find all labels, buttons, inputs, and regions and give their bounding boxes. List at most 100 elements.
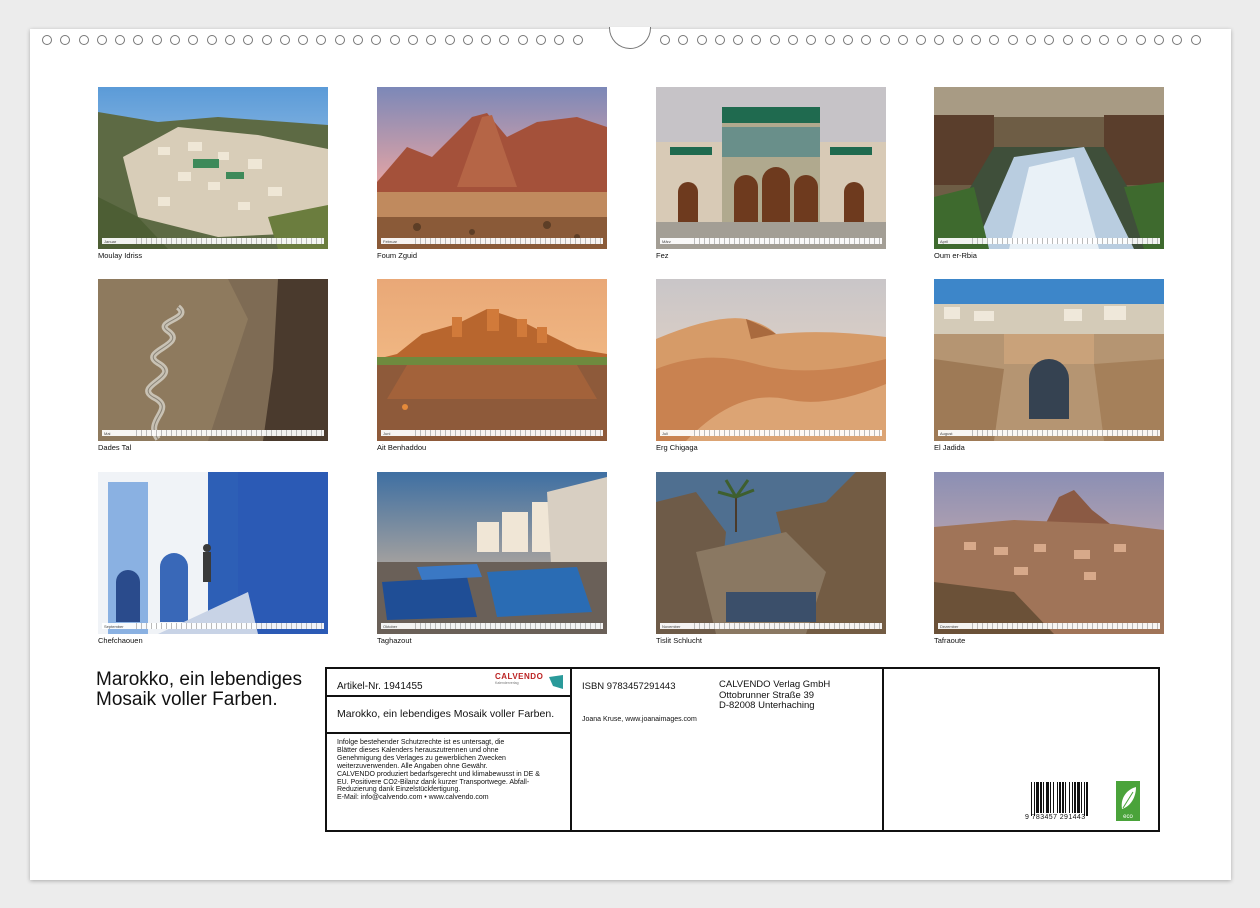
binding-hole [60, 35, 71, 45]
hanger-notch [609, 27, 651, 49]
binding-hole [1007, 35, 1018, 45]
month-photo-image [98, 472, 328, 634]
month-photo-image [377, 87, 607, 249]
binding-hole [224, 35, 235, 45]
eco-leaf-icon: eco [1116, 781, 1140, 821]
mini-calendar-strip: Juni [381, 430, 603, 436]
mini-calendar-days [136, 623, 324, 629]
month-photo-image [934, 279, 1164, 441]
mini-calendar-month: September [104, 623, 124, 629]
legal-line: EU. Positivere CO2-Bilanz dank kurzer Tr… [337, 778, 530, 786]
article-row: Artikel-Nr. 1941455 CALVENDO Kalenderver… [327, 669, 570, 697]
binding-hole [714, 35, 725, 45]
eco-label: eco [1123, 814, 1133, 820]
barcode-bar [1059, 782, 1061, 813]
binding-hole [316, 35, 327, 45]
month-photo-image [656, 279, 886, 441]
binding-hole [462, 35, 473, 45]
barcode-number: 9 783457 291443 [1025, 814, 1086, 821]
month-photo-image [98, 279, 328, 441]
binding-hole [371, 35, 382, 45]
legal-line: CALVENDO produziert bedarfsgerecht und k… [337, 770, 540, 778]
binding-hole [1080, 35, 1091, 45]
info-box: Artikel-Nr. 1941455 CALVENDO Kalenderver… [325, 667, 1160, 832]
mini-calendar-strip: Oktober [381, 623, 603, 629]
binding-hole [279, 35, 290, 45]
barcode-bar [1081, 782, 1082, 813]
binding-hole [133, 35, 144, 45]
mini-calendar-days [415, 430, 603, 436]
binding-hole [188, 35, 199, 45]
barcode-bar [1057, 782, 1058, 813]
month-photo-image [377, 279, 607, 441]
mini-calendar-month: Juli [662, 430, 669, 436]
mini-calendar-days [694, 430, 882, 436]
spiral-binding [30, 27, 1231, 49]
month-photo: Oktober [377, 472, 607, 634]
mini-calendar-month: Mai [104, 430, 111, 436]
binding-hole [243, 35, 254, 45]
mini-calendar-month: Januar [104, 238, 117, 244]
month-photo: Februar [377, 87, 607, 249]
mini-calendar-month: Februar [383, 238, 398, 244]
mini-calendar-strip: November [660, 623, 882, 629]
binding-hole [78, 35, 89, 45]
mini-calendar-month: März [662, 238, 671, 244]
month-photo: Mai [98, 279, 328, 441]
legal-line: Reduzierung dank Einzelstückfertigung. [337, 786, 461, 794]
binding-hole [971, 35, 982, 45]
photo-caption: Tafraoute [934, 636, 966, 645]
calvendo-logo: CALVENDO Kalenderverlag [495, 672, 565, 694]
mini-calendar-strip: Mai [102, 430, 324, 436]
month-photo: Januar [98, 87, 328, 249]
month-photo-image [934, 87, 1164, 249]
month-photo: November [656, 472, 886, 634]
photo-caption: Oum er-Rbia [934, 251, 977, 260]
barcode-bar [1053, 782, 1054, 813]
legal-line: E-Mail: info@calvendo.com • www.calvendo… [337, 794, 489, 802]
binding-hole [206, 35, 217, 45]
binding-hole [788, 35, 799, 45]
binding-hole [170, 35, 181, 45]
mini-calendar-strip: März [660, 238, 882, 244]
publisher-address: CALVENDO Verlag GmbH Ottobrunner Straße 3… [719, 679, 830, 712]
binding-hole [444, 35, 455, 45]
mini-calendar-month: Dezember [940, 623, 959, 629]
legal-notice: Infolge bestehender Schutzrechte ist es … [327, 734, 570, 802]
photo-caption: Ait Benhaddou [377, 443, 427, 452]
mini-calendar-month: November [662, 623, 681, 629]
photo-caption: El Jadida [934, 443, 965, 452]
binding-hole [861, 35, 872, 45]
binding-hole [1135, 35, 1146, 45]
month-photo-image [656, 87, 886, 249]
mini-calendar-strip: April [938, 238, 1160, 244]
binding-hole [1044, 35, 1055, 45]
legal-line: Blätter dieses Kalenders herauszutrennen… [337, 746, 499, 754]
mini-calendar-month: Juni [383, 430, 391, 436]
mini-calendar-strip: Juli [660, 430, 882, 436]
mini-calendar-month: April [940, 238, 949, 244]
mini-calendar-strip: Dezember [938, 623, 1160, 629]
binding-hole [554, 35, 565, 45]
binding-hole [1190, 35, 1201, 45]
article-number: Artikel-Nr. 1941455 [337, 681, 423, 692]
calendar-back-cover: Januar Moulay Idriss Februar Foum Zguid Mä… [30, 27, 1231, 880]
binding-hole [824, 35, 835, 45]
month-photo: September [98, 472, 328, 634]
binding-hole [389, 35, 400, 45]
binding-hole [916, 35, 927, 45]
binding-hole [298, 35, 309, 45]
month-photo-image [98, 87, 328, 249]
binding-hole [769, 35, 780, 45]
mini-calendar-days [694, 238, 882, 244]
binding-hole [1025, 35, 1036, 45]
barcode-bar [1065, 782, 1066, 813]
publisher-line: D-82008 Unterhaching [719, 700, 815, 711]
mini-calendar-month: August [940, 430, 953, 436]
mini-calendar-days [694, 623, 882, 629]
calendar-title: Marokko, ein lebendiges Mosaik voller Fa… [96, 669, 302, 710]
barcode-bar [1036, 782, 1039, 813]
mini-calendar-days [972, 430, 1160, 436]
binding-hole [1099, 35, 1110, 45]
month-photo: April [934, 87, 1164, 249]
